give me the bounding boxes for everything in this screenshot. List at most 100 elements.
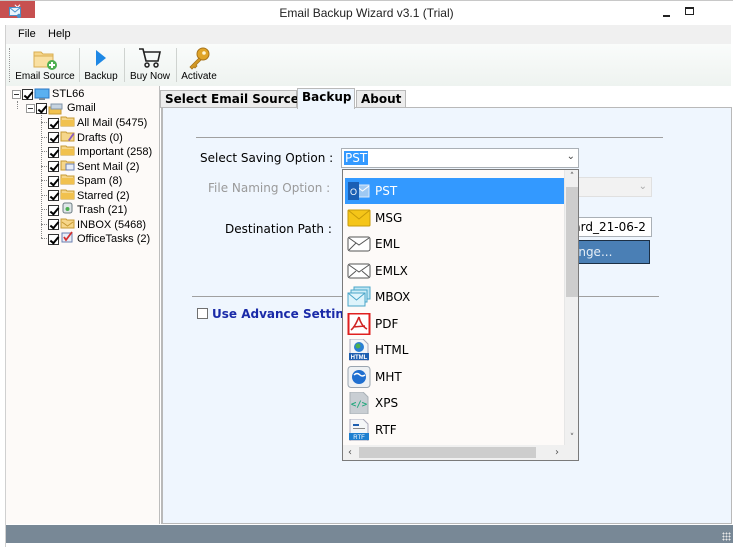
dropdown-horizontal-scrollbar[interactable]: ‹ › [343,445,564,460]
backup-label: Backup [84,71,118,82]
destination-path-label: Destination Path : [225,222,332,236]
svg-text:O: O [350,187,357,197]
option-label: MSG [375,210,403,225]
advance-settings-label: Use Advance Settings [212,307,360,321]
collapse-toggle[interactable] [12,89,21,99]
key-icon [189,47,210,70]
tree-node-folder[interactable]: OfficeTasks (2) [48,231,150,245]
saving-option-value: PST [344,151,369,165]
tree-node-folder[interactable]: Sent Mail (2) [48,159,139,173]
folder-checkbox[interactable] [48,190,59,201]
tree-node-folder[interactable]: All Mail (5475) [48,115,147,129]
scroll-down-icon[interactable]: ˅ [565,431,579,445]
folder-label: Drafts (0) [77,131,123,144]
tree-node-root[interactable]: STL66 [12,87,84,101]
folder-checkbox[interactable] [48,161,59,172]
scrollbar-corner [563,445,578,460]
root-checkbox[interactable] [22,88,33,100]
dropdown-option-pst[interactable]: O PST [345,178,564,204]
option-label: HTML [375,343,409,357]
computer-icon [34,88,50,100]
outlook-pst-icon: O [347,180,371,202]
tree-node-account[interactable]: Gmail [26,101,96,115]
saving-option-select[interactable]: PST ⌄ [341,148,579,168]
tree-node-folder[interactable]: Spam (8) [48,173,122,187]
collapse-toggle[interactable] [26,103,35,113]
toolbar-grip[interactable] [9,48,11,82]
title-bar: Email Backup Wizard v3.1 (Trial) ✕ [0,0,733,25]
buy-now-button[interactable]: Buy Now [126,44,174,86]
option-label: EML [375,237,400,251]
dropdown-option-rtf[interactable]: RTF RTF [345,417,564,443]
folder-checkbox[interactable] [48,146,59,158]
tree-account-label: Gmail [67,102,96,114]
chevron-down-icon: ⌄ [566,151,575,162]
play-icon [96,50,106,66]
folder-checkbox[interactable] [48,233,59,245]
email-source-label: Email Source [15,71,75,82]
dropdown-option-eml[interactable]: EML [345,231,564,257]
resize-grip-icon[interactable] [722,532,731,541]
minimize-icon [663,15,670,17]
dropdown-vertical-scrollbar[interactable]: ˄ ˅ [564,170,578,445]
account-checkbox[interactable] [36,102,47,114]
svg-text:HTML: HTML [351,355,368,361]
folder-add-icon [33,51,57,70]
scroll-thumb[interactable] [359,447,536,458]
minimize-button[interactable] [660,7,680,21]
dropdown-option-html[interactable]: HTML HTML [345,337,564,363]
folder-label: Trash (21) [77,203,128,216]
activate-button[interactable]: Activate [179,44,219,86]
folder-checkbox[interactable] [48,204,59,216]
tree-node-folder[interactable]: Trash (21) [48,202,127,216]
advance-settings-checkbox[interactable] [197,308,208,319]
status-bar [6,525,733,543]
tab-about[interactable]: About [356,90,406,108]
tree-node-folder[interactable]: Starred (2) [48,188,130,202]
scroll-thumb[interactable] [566,187,578,297]
chevron-down-icon: ⌄ [638,181,647,192]
scroll-right-icon[interactable]: › [550,445,564,460]
folder-checkbox[interactable] [48,219,59,230]
scroll-up-icon[interactable]: ˄ [565,170,579,184]
toolbar-separator [124,48,125,82]
cart-icon [139,48,161,68]
tree-line [41,110,42,238]
dropdown-option-mht[interactable]: MHT [345,364,564,390]
backup-button[interactable]: Backup [82,44,120,86]
mbox-icon [347,286,371,308]
dropdown-option-xps[interactable]: </> XPS [345,390,564,416]
folder-checkbox[interactable] [48,117,59,129]
tab-backup[interactable]: Backup [297,88,355,109]
advance-settings-option[interactable]: Use Advance Settings [197,307,360,321]
envelope-emlx-icon [347,260,371,282]
tree-node-folder[interactable]: Important (258) [48,144,152,158]
folder-checkbox[interactable] [48,132,59,143]
activate-label: Activate [181,71,217,82]
dropdown-option-pdf[interactable]: PDF [345,311,564,337]
folder-label: Important (258) [77,145,153,158]
tree-node-folder[interactable]: Drafts (0) [48,130,123,144]
folder-label: INBOX (5468) [77,218,147,231]
tree-node-folder[interactable]: INBOX (5468) [48,217,146,231]
saving-option-dropdown[interactable]: O PST MSG EML EMLX MBOX PDF HTML HTML MHT </> XPS RT… [342,169,579,461]
tasks-icon [60,231,75,247]
tree-root-label: STL66 [52,88,85,100]
dropdown-option-msg[interactable]: MSG [345,205,564,231]
menu-file[interactable]: File [18,28,36,40]
option-label: PST [375,184,398,198]
scroll-left-icon[interactable]: ‹ [343,445,357,460]
maximize-button[interactable] [683,4,699,18]
menu-help[interactable]: Help [48,28,71,40]
dropdown-option-mbox[interactable]: MBOX [345,284,564,310]
folder-label: Sent Mail (2) [77,160,140,173]
divider [196,137,663,138]
tab-select-email-source[interactable]: Select Email Source [160,90,299,108]
dropdown-option-emlx[interactable]: EMLX [345,258,564,284]
saving-option-label: Select Saving Option : [200,151,334,165]
email-source-button[interactable]: Email Source [14,44,76,86]
option-label: PDF [375,316,399,331]
folder-checkbox[interactable] [48,175,59,187]
envelope-eml-icon [347,233,371,255]
svg-text:RTF: RTF [353,435,365,441]
